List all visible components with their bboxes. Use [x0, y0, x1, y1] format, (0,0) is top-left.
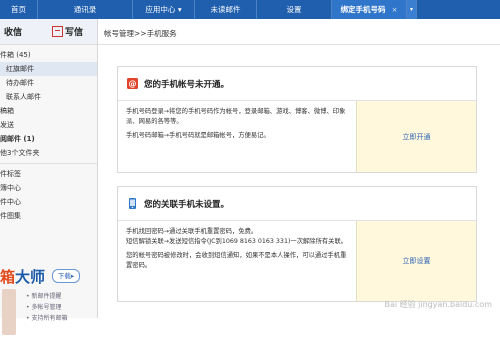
card-header: @ 您的手机帐号未开通。: [118, 67, 476, 101]
tab-settings[interactable]: 设置: [257, 0, 332, 19]
phone-account-card: @ 您的手机帐号未开通。 手机号码登录→将您的手机号码作为帐号，登录邮箱、游戏、…: [117, 66, 477, 173]
promo-feature-text: 多帐号管理: [31, 304, 62, 311]
tab-home[interactable]: 首页: [0, 0, 38, 19]
watermark: Bai 经验 jingyan.baidu.com: [384, 300, 492, 309]
promo-feature: • 多帐号管理: [26, 304, 62, 311]
promo-title: 箱大师: [0, 266, 45, 287]
sidebar-item-sent[interactable]: 发送: [0, 118, 97, 132]
write-label: 写信: [65, 28, 84, 38]
write-button[interactable]: 写信: [52, 25, 83, 38]
promo-feature: • 新邮件提醒: [26, 293, 62, 300]
sidebar-item-other-folders[interactable]: 他3个文件夹: [0, 146, 97, 160]
chevron-down-icon[interactable]: ▾: [178, 5, 182, 14]
tab-label: 未读邮件: [210, 5, 241, 14]
tab-app-center[interactable]: 应用中心 ▾: [133, 0, 195, 19]
breadcrumb: 帐号管理>>手机服务: [104, 29, 177, 38]
tab-label: 通讯录: [73, 5, 97, 14]
sidebar-item-tags[interactable]: 件标签: [0, 167, 97, 181]
sidebar-divider: [0, 163, 97, 164]
card-description: 手机找回密码→通过关联手机重置密码，免费。 短信解锁关联→发送短信指令(JC到1…: [118, 221, 356, 301]
tab-label: 首页: [11, 5, 26, 14]
sidebar-item-gallery[interactable]: 件图集: [0, 209, 97, 223]
phone-image: [2, 289, 16, 335]
card-paragraph: 短信解锁关联→发送短信指令(JC到1069 8163 0163 331)一次解除…: [126, 237, 348, 245]
tab-overflow-icon[interactable]: ▾: [407, 0, 417, 19]
tab-unread[interactable]: 未读邮件: [195, 0, 257, 19]
tab-contacts[interactable]: 通讯录: [38, 0, 133, 19]
card-title: 您的手机帐号未开通。: [144, 79, 230, 90]
sidebar-item-contact-mail[interactable]: 联系人邮件: [0, 90, 97, 104]
divider: [98, 44, 500, 45]
sidebar-item-file-center[interactable]: 件中心: [0, 195, 97, 209]
sidebar-item-todo[interactable]: 待办邮件: [0, 76, 97, 90]
linked-phone-card: 您的关联手机未设置。 手机找回密码→通过关联手机重置密码，免费。 短信解锁关联→…: [117, 186, 477, 302]
card-body: 手机找回密码→通过关联手机重置密码，免费。 短信解锁关联→发送短信指令(JC到1…: [118, 221, 476, 301]
sidebar-item-drafts[interactable]: 稿箱: [0, 104, 97, 118]
svg-text:@: @: [129, 79, 137, 88]
promo-title-b: 大师: [15, 268, 46, 286]
main-content: 帐号管理>>手机服务 @ 您的手机帐号未开通。 手机号码登录→将您的手机号码作为…: [98, 19, 500, 318]
promo-feature-text: 新邮件提醒: [31, 293, 62, 300]
card-paragraph: 您的帐号密码被修改时，会收到短信通知，如果不是本人操作，可以通过手机重置密码。: [126, 252, 347, 269]
download-button[interactable]: 下载▸: [52, 269, 80, 283]
tab-label: 设置: [286, 5, 302, 14]
sidebar-item-notebook[interactable]: 簿中心: [0, 181, 97, 195]
receive-button[interactable]: 收信: [0, 25, 52, 38]
activate-now-link[interactable]: 立即开通: [403, 132, 431, 142]
card-paragraph: 手机号码邮箱→手机号码就是邮箱帐号，方便易记。: [126, 132, 270, 139]
mail-at-icon: @: [127, 78, 138, 89]
set-now-link[interactable]: 立即设置: [403, 256, 431, 266]
sidebar-item-inbox[interactable]: 件箱 (45): [0, 48, 97, 62]
sidebar: 收信 写信 件箱 (45) 红旗邮件 待办邮件 联系人邮件 稿箱 发送 阅邮件 …: [0, 19, 98, 335]
pen-icon: [52, 26, 63, 37]
download-label: 下载: [57, 272, 71, 280]
promo-feature-text: 支持所有邮箱: [31, 315, 68, 322]
card-description: 手机号码登录→将您的手机号码作为帐号，登录邮箱、游戏、博客、微博、印象派、网易的…: [118, 101, 356, 172]
mail-master-promo[interactable]: 箱大师 下载▸ • 新邮件提醒 • 多帐号管理 • 支持所有邮箱: [0, 264, 97, 337]
mobile-phone-icon: [129, 198, 136, 209]
card-body: 手机号码登录→将您的手机号码作为帐号，登录邮箱、游戏、博客、微博、印象派、网易的…: [118, 101, 476, 172]
card-title: 您的关联手机未设置。: [144, 199, 230, 210]
sidebar-actions: 收信 写信: [0, 19, 97, 45]
close-icon[interactable]: ×: [392, 6, 398, 14]
tab-label: 绑定手机号码: [340, 5, 386, 14]
tab-label: 应用中心: [145, 5, 176, 14]
card-action-area: 立即设置: [356, 221, 476, 301]
card-action-area: 立即开通: [356, 101, 476, 172]
tab-bind-phone[interactable]: 绑定手机号码 ×: [332, 0, 407, 19]
sidebar-item-flagged[interactable]: 红旗邮件: [0, 62, 97, 76]
promo-title-a: 箱: [0, 268, 16, 286]
top-tab-bar: 首页 通讯录 应用中心 ▾ 未读邮件 设置 绑定手机号码 × ▾: [0, 0, 500, 19]
card-paragraph: 手机找回密码→通过关联手机重置密码，免费。: [126, 228, 258, 235]
card-paragraph: 手机号码登录→将您的手机号码作为帐号，登录邮箱、游戏、博客、微博、印象派、网易的…: [126, 108, 346, 125]
sidebar-item-subscriptions[interactable]: 阅邮件 (1): [0, 132, 97, 146]
card-header: 您的关联手机未设置。: [118, 187, 476, 221]
